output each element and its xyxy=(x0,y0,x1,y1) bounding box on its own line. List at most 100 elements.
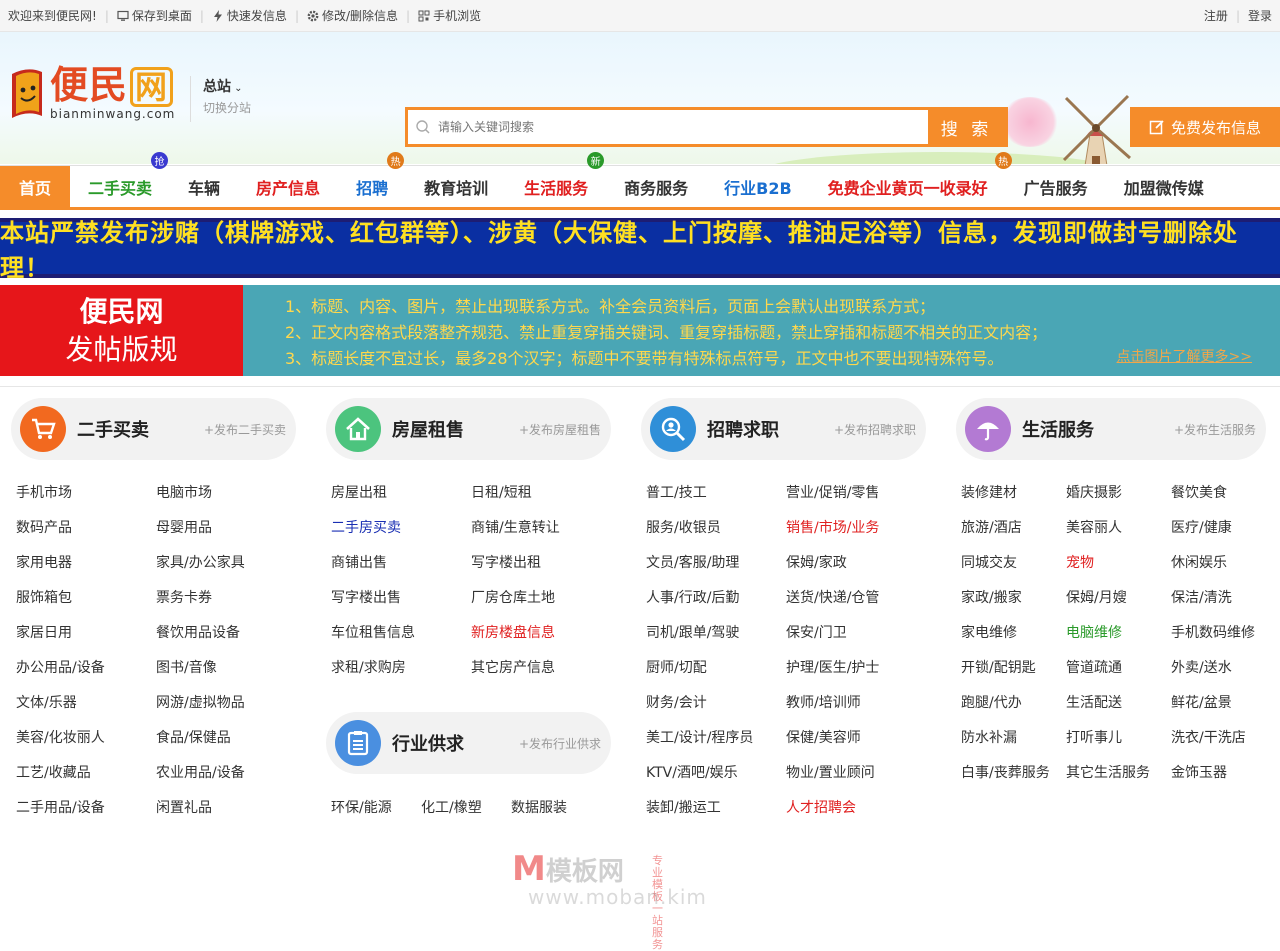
category-link[interactable]: 图书/音像 xyxy=(156,657,217,677)
post-free-info-button[interactable]: 免费发布信息 xyxy=(1130,107,1280,147)
category-link[interactable]: 车位租售信息 xyxy=(331,622,415,642)
category-link[interactable]: 票务卡券 xyxy=(156,587,212,607)
category-link[interactable]: 物业/置业顾问 xyxy=(786,762,875,782)
category-link[interactable]: 装修建材 xyxy=(961,482,1017,502)
category-link[interactable]: 财务/会计 xyxy=(646,692,707,712)
category-link[interactable]: 保洁/清洗 xyxy=(1171,587,1232,607)
category-link[interactable]: 厨师/切配 xyxy=(646,657,707,677)
category-title[interactable]: 招聘求职 xyxy=(707,416,834,442)
nav-education[interactable]: 教育培训 xyxy=(406,166,506,208)
category-link[interactable]: 防水补漏 xyxy=(961,727,1017,747)
category-link[interactable]: 写字楼出租 xyxy=(471,552,541,572)
category-post-link[interactable]: +发布房屋租售 xyxy=(519,421,601,438)
category-link[interactable]: 工艺/收藏品 xyxy=(16,762,91,782)
category-link[interactable]: 婚庆摄影 xyxy=(1066,482,1122,502)
category-link[interactable]: 家居日用 xyxy=(16,622,72,642)
nav-b2b[interactable]: 行业B2B xyxy=(706,166,810,208)
category-link[interactable]: 母婴用品 xyxy=(156,517,212,537)
category-link[interactable]: 环保/能源 xyxy=(331,797,392,817)
category-link[interactable]: 文员/客服/助理 xyxy=(646,552,739,572)
category-link[interactable]: 同城交友 xyxy=(961,552,1017,572)
category-post-link[interactable]: +发布招聘求职 xyxy=(834,421,916,438)
category-link[interactable]: 餐饮用品设备 xyxy=(156,622,240,642)
category-link[interactable]: 商铺/生意转让 xyxy=(471,517,560,537)
category-link[interactable]: 保姆/月嫂 xyxy=(1066,587,1127,607)
category-link[interactable]: 二手用品/设备 xyxy=(16,797,105,817)
category-link[interactable]: 开锁/配钥匙 xyxy=(961,657,1036,677)
nav-real-estate[interactable]: 房产信息 xyxy=(238,166,338,208)
warning-banner[interactable]: 本站严禁发布涉赌（棋牌游戏、红包群等）、涉黄（大保健、上门按摩、推油足浴等）信息… xyxy=(0,218,1280,282)
edit-delete-link[interactable]: 修改/删除信息 xyxy=(307,7,398,24)
category-link[interactable]: 跑腿/代办 xyxy=(961,692,1022,712)
register-link[interactable]: 注册 xyxy=(1204,7,1228,24)
category-link[interactable]: 休闲娱乐 xyxy=(1171,552,1227,572)
category-link[interactable]: 电脑市场 xyxy=(156,482,212,502)
category-link[interactable]: 电脑维修 xyxy=(1066,622,1122,642)
category-link[interactable]: 服务/收银员 xyxy=(646,517,721,537)
nav-franchise[interactable]: 加盟微传媒 xyxy=(1106,166,1222,208)
category-link[interactable]: 教师/培训师 xyxy=(786,692,861,712)
category-link[interactable]: 外卖/送水 xyxy=(1171,657,1232,677)
category-link[interactable]: 新房楼盘信息 xyxy=(471,622,555,642)
category-post-link[interactable]: +发布行业供求 xyxy=(519,735,601,752)
category-link[interactable]: 美容丽人 xyxy=(1066,517,1122,537)
category-link[interactable]: 房屋出租 xyxy=(331,482,387,502)
category-link[interactable]: 闲置礼品 xyxy=(156,797,212,817)
category-link[interactable]: 食品/保健品 xyxy=(156,727,231,747)
nav-business-services[interactable]: 商务服务 xyxy=(606,166,706,208)
category-link[interactable]: 服饰箱包 xyxy=(16,587,72,607)
category-link[interactable]: 营业/促销/零售 xyxy=(786,482,879,502)
category-link[interactable]: 宠物 xyxy=(1066,552,1094,572)
search-button[interactable]: 搜 索 xyxy=(928,110,1005,144)
category-link[interactable]: 其它生活服务 xyxy=(1066,762,1150,782)
category-link[interactable]: 装卸/搬运工 xyxy=(646,797,721,817)
category-link[interactable]: 打听事儿 xyxy=(1066,727,1122,747)
quick-post-link[interactable]: 快速发信息 xyxy=(212,7,287,24)
category-link[interactable]: 送货/快递/仓管 xyxy=(786,587,879,607)
category-link[interactable]: 洗衣/干洗店 xyxy=(1171,727,1246,747)
category-link[interactable]: 管道疏通 xyxy=(1066,657,1122,677)
category-link[interactable]: 保姆/家政 xyxy=(786,552,847,572)
nav-second-hand[interactable]: 二手买卖抢 xyxy=(70,151,170,208)
category-link[interactable]: 人才招聘会 xyxy=(786,797,856,817)
category-link[interactable]: 保安/门卫 xyxy=(786,622,847,642)
category-link[interactable]: 数据服装 xyxy=(511,797,567,817)
category-link[interactable]: 餐饮美食 xyxy=(1171,482,1227,502)
category-title[interactable]: 房屋租售 xyxy=(392,416,519,442)
category-link[interactable]: 白事/丧葬服务 xyxy=(961,762,1050,782)
category-link[interactable]: 家具/办公家具 xyxy=(156,552,245,572)
nav-jobs[interactable]: 招聘热 xyxy=(338,151,406,208)
city-switcher[interactable]: 总站 ⌄ 切换分站 xyxy=(190,76,251,122)
category-link[interactable]: 家电维修 xyxy=(961,622,1017,642)
category-link[interactable]: 写字楼出售 xyxy=(331,587,401,607)
category-link[interactable]: 商铺出售 xyxy=(331,552,387,572)
category-link[interactable]: 鲜花/盆景 xyxy=(1171,692,1232,712)
category-post-link[interactable]: +发布二手买卖 xyxy=(204,421,286,438)
category-link[interactable]: KTV/酒吧/娱乐 xyxy=(646,762,738,782)
category-link[interactable]: 医疗/健康 xyxy=(1171,517,1232,537)
nav-ad-services[interactable]: 广告服务 xyxy=(1006,166,1106,208)
category-link[interactable]: 手机市场 xyxy=(16,482,72,502)
category-title[interactable]: 行业供求 xyxy=(392,730,519,756)
category-link[interactable]: 农业用品/设备 xyxy=(156,762,245,782)
posting-rules-banner[interactable]: 便民网 发帖版规 1、标题、内容、图片，禁止出现联系方式。补全会员资料后，页面上… xyxy=(0,285,1280,376)
category-link[interactable]: 求租/求购房 xyxy=(331,657,406,677)
category-link[interactable]: 生活配送 xyxy=(1066,692,1122,712)
category-link[interactable]: 办公用品/设备 xyxy=(16,657,105,677)
category-link[interactable]: 保健/美容师 xyxy=(786,727,861,747)
category-post-link[interactable]: +发布生活服务 xyxy=(1174,421,1256,438)
category-link[interactable]: 旅游/酒店 xyxy=(961,517,1022,537)
save-to-desktop-link[interactable]: 保存到桌面 xyxy=(117,7,192,24)
login-link[interactable]: 登录 xyxy=(1248,7,1272,24)
category-link[interactable]: 人事/行政/后勤 xyxy=(646,587,739,607)
category-link[interactable]: 金饰玉器 xyxy=(1171,762,1227,782)
category-link[interactable]: 厂房仓库土地 xyxy=(471,587,555,607)
category-link[interactable]: 普工/技工 xyxy=(646,482,707,502)
category-title[interactable]: 二手买卖 xyxy=(77,416,204,442)
category-link[interactable]: 手机数码维修 xyxy=(1171,622,1255,642)
category-link[interactable]: 日租/短租 xyxy=(471,482,532,502)
category-link[interactable]: 护理/医生/护士 xyxy=(786,657,879,677)
category-link[interactable]: 家用电器 xyxy=(16,552,72,572)
category-link[interactable]: 美工/设计/程序员 xyxy=(646,727,753,747)
logo[interactable]: 便民网 bianminwang.com xyxy=(8,64,175,122)
